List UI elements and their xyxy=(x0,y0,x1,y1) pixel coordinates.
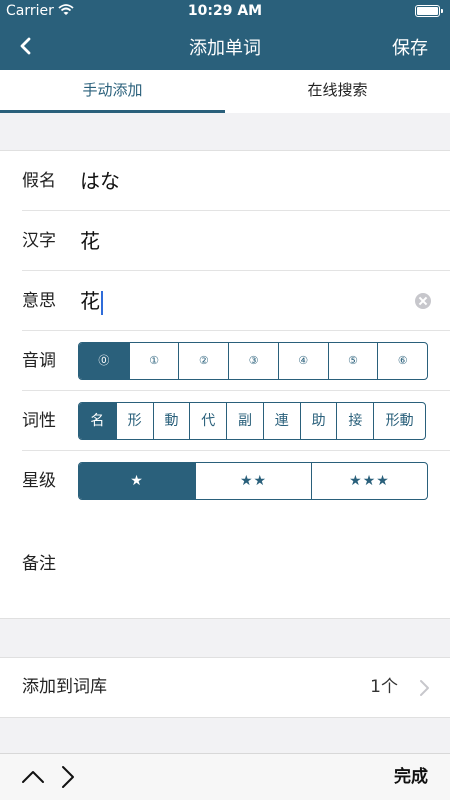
stars-label: 星级 xyxy=(22,471,56,491)
section-gap xyxy=(0,618,450,658)
done-button[interactable]: 完成 xyxy=(394,754,428,800)
library-label: 添加到词库 xyxy=(22,677,107,697)
pos-option-adverb[interactable]: 副 xyxy=(226,403,263,439)
pos-option-pronoun[interactable]: 代 xyxy=(189,403,226,439)
pos-option-adjective[interactable]: 形 xyxy=(115,403,153,439)
library-count: 1个 xyxy=(370,677,398,697)
stars-segmented-control: ★ ★★ ★★★ xyxy=(78,462,428,500)
tone-option-1[interactable]: ① xyxy=(128,343,179,379)
tone-option-4[interactable]: ④ xyxy=(277,343,328,379)
add-to-library-row[interactable]: 添加到词库 1个 xyxy=(0,658,450,717)
pos-option-adnominal[interactable]: 連 xyxy=(262,403,300,439)
kana-input[interactable]: はな xyxy=(80,151,120,211)
tab-manual-add[interactable]: 手动添加 xyxy=(0,70,225,113)
section-gap xyxy=(0,113,450,151)
pos-segmented-control: 名 形 動 代 副 連 助 接 形動 xyxy=(78,402,426,440)
text-cursor xyxy=(101,290,103,315)
star-option-3[interactable]: ★★★ xyxy=(311,463,427,499)
pos-row: 词性 名 形 動 代 副 連 助 接 形動 xyxy=(0,391,450,451)
tab-bar: 手动添加 在线搜索 xyxy=(0,70,450,113)
pos-option-verb[interactable]: 動 xyxy=(152,403,190,439)
tone-label: 音调 xyxy=(22,351,56,371)
star-option-1[interactable]: ★ xyxy=(79,463,195,499)
stars-row: 星级 ★ ★★ ★★★ xyxy=(0,451,450,511)
meaning-row: 意思 花 xyxy=(0,271,450,331)
kana-label: 假名 xyxy=(22,171,56,191)
clear-icon[interactable] xyxy=(415,293,431,309)
pos-label: 词性 xyxy=(22,411,56,431)
note-label: 备注 xyxy=(22,554,56,574)
kanji-row: 汉字 花 xyxy=(0,211,450,271)
section-gap xyxy=(0,717,450,753)
tone-option-2[interactable]: ② xyxy=(178,343,228,379)
status-time: 10:29 AM xyxy=(187,3,263,19)
kanji-input[interactable]: 花 xyxy=(80,211,100,271)
tone-option-6[interactable]: ⑥ xyxy=(377,343,427,379)
pos-option-na-adjective[interactable]: 形動 xyxy=(373,403,425,439)
meaning-input[interactable]: 花 xyxy=(80,289,100,313)
tab-online-search[interactable]: 在线搜索 xyxy=(225,70,450,113)
status-bar: Carrier 10:29 AM xyxy=(0,0,450,22)
meaning-label: 意思 xyxy=(22,291,56,311)
star-option-2[interactable]: ★★ xyxy=(195,463,311,499)
tone-option-3[interactable]: ③ xyxy=(228,343,278,379)
tone-option-0[interactable]: ⓪ xyxy=(79,343,129,379)
meaning-input-wrap[interactable]: 花 xyxy=(80,271,103,331)
kanji-label: 汉字 xyxy=(22,231,56,251)
keyboard-toolbar: 完成 xyxy=(0,753,450,800)
chevron-right-icon xyxy=(420,680,429,696)
tone-segmented-control: ⓪ ① ② ③ ④ ⑤ ⑥ xyxy=(78,342,428,380)
pos-option-conjunction[interactable]: 接 xyxy=(336,403,373,439)
pos-option-noun[interactable]: 名 xyxy=(79,403,116,439)
save-button[interactable]: 保存 xyxy=(392,34,428,60)
tone-row: 音调 ⓪ ① ② ③ ④ ⑤ ⑥ xyxy=(0,331,450,391)
battery-icon xyxy=(415,5,443,17)
navigation-bar: Carrier 10:29 AM 添加单词 保存 xyxy=(0,0,450,70)
pos-option-particle[interactable]: 助 xyxy=(299,403,337,439)
kana-row: 假名 はな xyxy=(0,151,450,211)
chevron-down-icon[interactable] xyxy=(58,765,78,789)
tone-option-5[interactable]: ⑤ xyxy=(327,343,378,379)
note-row[interactable]: 备注 xyxy=(0,510,450,618)
chevron-up-icon[interactable] xyxy=(20,765,46,789)
page-title: 添加单词 xyxy=(189,38,261,59)
